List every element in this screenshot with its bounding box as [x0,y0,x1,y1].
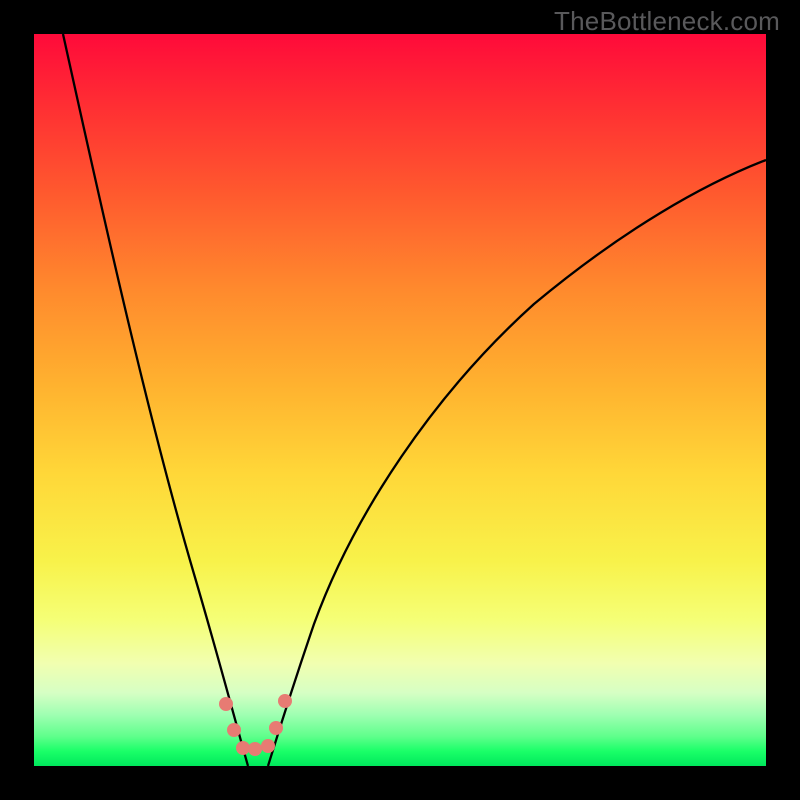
marker-dot [248,742,262,756]
marker-dot [278,694,292,708]
marker-dot [227,723,241,737]
marker-dot [219,697,233,711]
marker-layer [34,34,766,766]
watermark-text: TheBottleneck.com [554,6,780,37]
marker-dot [269,721,283,735]
marker-dot [261,739,275,753]
chart-frame: TheBottleneck.com [0,0,800,800]
